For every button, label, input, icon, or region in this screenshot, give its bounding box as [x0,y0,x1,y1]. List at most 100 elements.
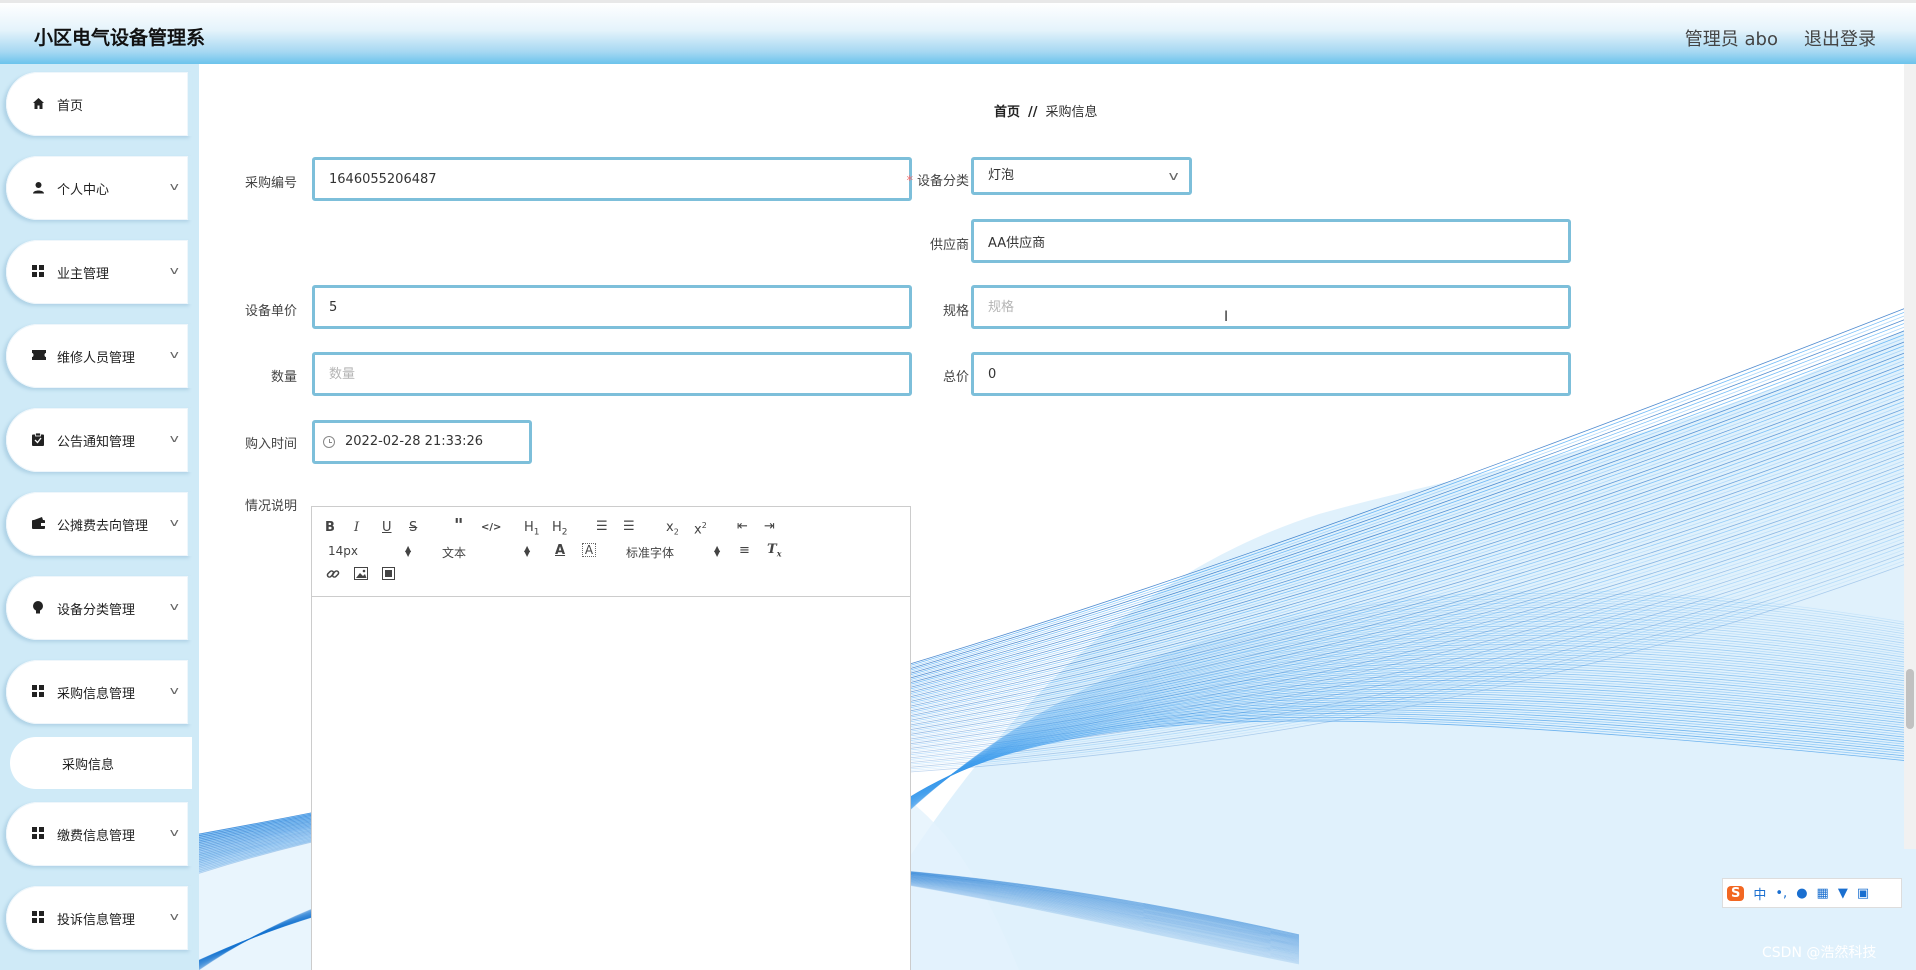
total-label: 总价 [942,370,969,385]
sidebar-item-label: 公告通知管理 [57,435,136,450]
chevron-down-icon: v [170,684,180,697]
font-family-select[interactable]: 标准字体 ▲ ▼ [626,544,724,561]
total-input[interactable] [971,352,1571,396]
sidebar-item-owner-management[interactable]: 业主管理 v [6,240,192,304]
chevron-down-icon: v [170,264,180,277]
grid-icon [32,685,46,699]
main-content: 首页 // 采购信息 采购编号 *设备分类 灯泡 v 供应商 设备单价 规格 I 数… [199,64,1916,970]
image-icon[interactable] [354,567,368,585]
spec-input[interactable] [971,285,1571,329]
underline-icon[interactable]: U [382,520,392,536]
sidebar-item-label: 缴费信息管理 [57,829,136,844]
page-scrollbar[interactable] [1904,64,1916,849]
bullet-list-icon[interactable]: ☰ [623,519,635,535]
chevron-down-icon: v [170,600,180,613]
sidebar-item-notice[interactable]: 公告通知管理 v [6,408,192,472]
ime-toolbar: S 中 •, ● ▦ ▼ ▣ [1722,878,1902,908]
subscript-icon[interactable]: x2 [666,520,679,541]
chevron-down-icon: v [170,910,180,923]
breadcrumb: 首页 // 采购信息 [994,101,1098,120]
sidebar-item-complaint[interactable]: 投诉信息管理 v [6,886,192,950]
chevron-down-icon: v [170,516,180,529]
sidebar-item-label: 业主管理 [57,267,110,282]
editor-toolbar: B I U S " </> H1 H2 ☰ ☰ x2 x2 ⇤ ⇥ 14px ▲… [312,507,910,597]
punctuation-icon[interactable]: •, [1775,886,1787,901]
sidebar: 首页 个人中心 v 业主管理 v 维修人员管理 v 公告通知管理 v 公摊费去向… [0,64,199,970]
required-mark: * [906,174,913,189]
rich-text-editor: B I U S " </> H1 H2 ☰ ☰ x2 x2 ⇤ ⇥ 14px ▲… [311,506,911,970]
header-2-icon[interactable]: H2 [552,520,568,541]
wallet-icon [32,517,46,531]
purchase-time-label: 购入时间 [244,437,297,452]
breadcrumb-separator: // [1028,105,1038,120]
ticket-icon [32,349,46,363]
supplier-input[interactable] [971,219,1571,263]
sidebar-item-home[interactable]: 首页 [6,72,192,136]
quantity-label: 数量 [270,370,297,385]
code-block-icon[interactable]: </> [481,520,501,536]
current-user: 管理员 abo [1684,29,1778,50]
sidebar-item-label: 首页 [57,99,84,114]
sidebar-subitem-purchase-info[interactable]: 采购信息 [10,737,192,789]
keyboard-icon[interactable]: ▦ [1817,886,1829,901]
sidebar-item-personal-center[interactable]: 个人中心 v [6,156,192,220]
watermark: CSDN @浩然科技 [1762,945,1877,961]
home-icon [32,97,46,111]
clock-icon [323,436,335,448]
sort-icon: ▲ ▼ [524,544,531,558]
scrollbar-thumb[interactable] [1906,669,1914,729]
category-select[interactable]: 灯泡 v [971,157,1192,195]
grid-icon [32,265,46,279]
sidebar-item-repair-staff[interactable]: 维修人员管理 v [6,324,192,388]
breadcrumb-current: 采购信息 [1045,105,1098,120]
grid-icon [32,827,46,841]
toolbox-icon[interactable]: ▣ [1857,886,1869,901]
purchase-time-picker[interactable]: 2022-02-28 21:33:26 [312,420,532,464]
microphone-icon[interactable]: ● [1796,886,1807,901]
background-color-icon[interactable]: A [582,543,596,557]
align-icon[interactable]: ≡ [739,543,750,559]
sidebar-item-shared-fee[interactable]: 公摊费去向管理 v [6,492,192,556]
sidebar-item-label: 采购信息管理 [57,687,136,702]
clear-format-icon[interactable]: Tx [767,542,781,562]
header-1-icon[interactable]: H1 [524,520,540,541]
link-icon[interactable] [326,567,340,586]
purchase-no-input[interactable] [312,157,912,201]
ordered-list-icon[interactable]: ☰ [596,519,608,535]
unit-price-input[interactable] [312,285,912,329]
bold-icon[interactable]: B [325,520,335,536]
clipboard-icon [32,432,46,447]
video-icon[interactable] [382,567,395,585]
superscript-icon[interactable]: x2 [694,518,707,538]
sogou-logo[interactable]: S [1727,885,1745,901]
sidebar-item-label: 设备分类管理 [57,603,136,618]
italic-icon[interactable]: I [354,520,359,536]
sidebar-item-payment[interactable]: 缴费信息管理 v [6,802,192,866]
quantity-input[interactable] [312,352,912,396]
breadcrumb-home[interactable]: 首页 [994,105,1020,120]
skin-icon[interactable]: ▼ [1838,886,1848,901]
logout-button[interactable]: 退出登录 [1804,25,1876,51]
text-type-select[interactable]: 文本 ▲ ▼ [442,544,530,561]
bulb-icon [32,601,46,615]
sort-icon: ▲ ▼ [405,544,412,558]
outdent-icon[interactable]: ⇤ [737,519,748,535]
supplier-label: 供应商 [929,238,969,253]
sidebar-item-purchase-management[interactable]: 采购信息管理 v [6,660,192,724]
chevron-down-icon: v [170,348,180,361]
purchase-no-label: 采购编号 [244,176,297,191]
user-icon [32,181,46,195]
blockquote-icon[interactable]: " [454,517,463,535]
sidebar-item-label: 个人中心 [57,183,110,198]
ime-lang[interactable]: 中 [1753,884,1766,903]
indent-icon[interactable]: ⇥ [764,519,775,535]
strikethrough-icon[interactable]: S [409,520,417,536]
chevron-down-icon: v [170,180,180,193]
sidebar-item-device-category[interactable]: 设备分类管理 v [6,576,192,640]
font-color-icon[interactable]: A [555,543,565,559]
chevron-down-icon: v [1168,169,1179,183]
text-cursor-icon: I [1224,309,1229,325]
editor-content-area[interactable] [312,597,910,970]
font-size-select[interactable]: 14px ▲ ▼ [328,544,412,558]
chevron-down-icon: v [170,826,180,839]
